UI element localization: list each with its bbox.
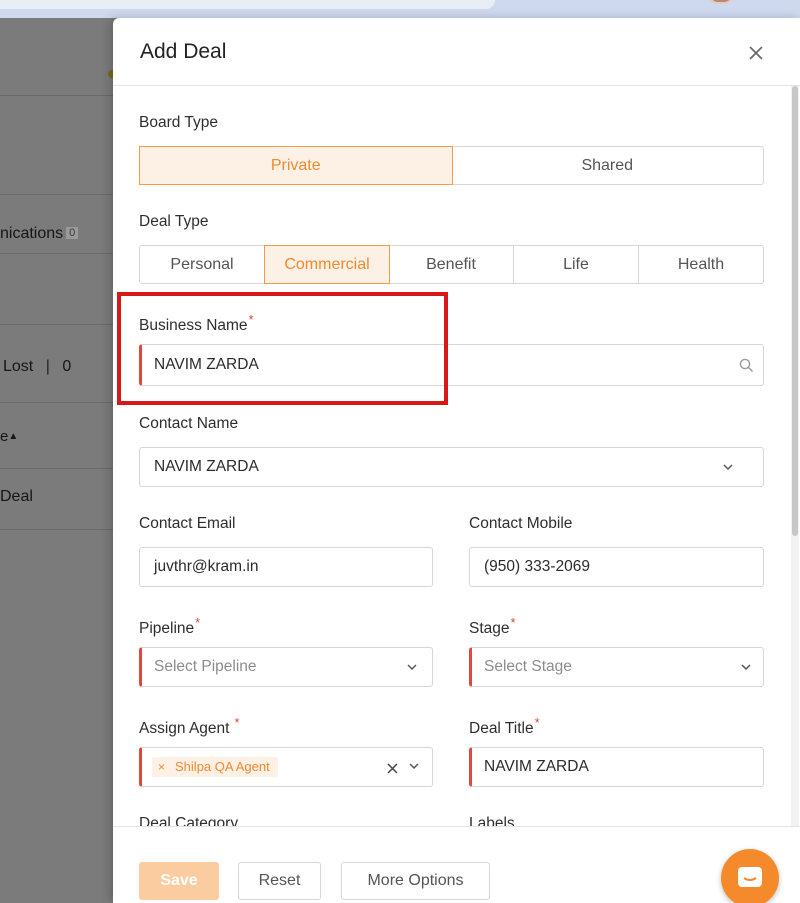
communications-count: 0 <box>66 227 79 239</box>
divider <box>0 468 115 469</box>
board-type-label: Board Type <box>139 114 218 131</box>
deal-type-commercial[interactable]: Commercial <box>264 245 390 284</box>
board-type-shared[interactable]: Shared <box>452 147 764 184</box>
deal-label: Deal <box>0 488 33 505</box>
save-button[interactable]: Save <box>139 862 219 900</box>
deal-title-label-text: Deal Title <box>469 720 534 737</box>
deal-type-label: Deal Type <box>139 213 209 230</box>
required-marker: * <box>510 615 516 630</box>
deal-title-input[interactable]: NAVIM ZARDA <box>469 747 764 787</box>
chat-icon <box>738 867 762 887</box>
required-marker: * <box>534 715 540 730</box>
pipeline-placeholder: Select Pipeline <box>154 658 257 675</box>
divider <box>0 194 115 195</box>
highlight-box <box>117 292 448 405</box>
stage-placeholder: Select Stage <box>484 658 572 675</box>
more-options-button[interactable]: More Options <box>341 862 490 900</box>
agent-tag: × Shilpa QA Agent <box>152 757 278 777</box>
communications-tab[interactable]: nications 0 <box>0 225 79 243</box>
stage-select[interactable]: Select Stage <box>469 647 764 687</box>
background-app: nications 0 Lost | 0 e▲︎ Deal <box>0 18 116 903</box>
remove-tag-icon[interactable]: × <box>158 760 165 774</box>
deal-title-label: Deal Title* <box>469 715 540 738</box>
chevron-down-icon <box>404 659 420 675</box>
contact-email-value: juvthr@kram.in <box>154 558 259 575</box>
deal-type-benefit[interactable]: Benefit <box>389 246 514 283</box>
lost-label: Lost <box>3 358 34 375</box>
contact-mobile-label: Contact Mobile <box>469 515 573 532</box>
required-marker: * <box>195 615 201 630</box>
deal-type-toggle: Personal Commercial Benefit Life Health <box>139 245 764 284</box>
agent-tag-label: Shilpa QA Agent <box>175 759 270 774</box>
deal-type-health[interactable]: Health <box>639 246 763 283</box>
stage-label-text: Stage <box>469 620 510 637</box>
lost-stat: Lost | 0 <box>3 358 72 375</box>
close-button[interactable] <box>746 43 766 63</box>
modal-scrollbar[interactable] <box>791 86 799 826</box>
board-type-toggle: Private Shared <box>139 146 764 185</box>
browser-top-bar <box>0 0 800 18</box>
search-icon[interactable] <box>738 357 754 373</box>
contact-email-label: Contact Email <box>139 515 236 532</box>
scrollbar-thumb[interactable] <box>792 86 798 536</box>
contact-mobile-value: (950) 333-2069 <box>484 558 590 575</box>
modal-body: Board Type Private Shared Deal Type Pers… <box>113 86 800 826</box>
contact-mobile-input[interactable]: (950) 333-2069 <box>469 547 764 587</box>
sort-column-header[interactable]: e▲︎ <box>0 428 18 445</box>
assign-agent-label: Assign Agent * <box>139 715 240 738</box>
deal-type-personal[interactable]: Personal <box>140 246 265 283</box>
deal-type-life[interactable]: Life <box>514 246 639 283</box>
sort-icon: ▲︎ <box>8 431 19 442</box>
pipeline-label-text: Pipeline <box>139 620 195 637</box>
assign-agent-select[interactable]: × Shilpa QA Agent <box>139 747 433 787</box>
required-marker: * <box>234 715 240 730</box>
contact-email-input[interactable]: juvthr@kram.in <box>139 547 433 587</box>
divider <box>0 324 115 325</box>
modal-title: Add Deal <box>140 40 227 63</box>
assign-agent-label-text: Assign Agent <box>139 720 230 737</box>
divider <box>0 529 115 530</box>
pipeline-select[interactable]: Select Pipeline <box>139 647 433 687</box>
modal-header: Add Deal <box>113 18 800 86</box>
stage-label: Stage* <box>469 615 516 638</box>
clear-icon[interactable] <box>384 760 400 776</box>
contact-name-label: Contact Name <box>139 415 239 432</box>
contact-name-value: NAVIM ZARDA <box>154 458 259 475</box>
labels-label: Labels <box>469 815 515 826</box>
add-deal-modal: Add Deal Board Type Private Shared Deal … <box>113 18 800 903</box>
lost-count: 0 <box>62 358 72 375</box>
avatar[interactable] <box>708 0 734 4</box>
pipeline-label: Pipeline* <box>139 615 200 638</box>
deal-title-value: NAVIM ZARDA <box>484 758 589 775</box>
address-bar[interactable] <box>0 0 495 9</box>
communications-label: nications <box>0 225 64 242</box>
contact-name-select[interactable]: NAVIM ZARDA <box>139 447 764 487</box>
divider <box>0 253 115 254</box>
divider <box>0 95 115 96</box>
divider <box>0 402 115 403</box>
board-type-private[interactable]: Private <box>139 146 453 185</box>
chevron-down-icon <box>406 758 422 774</box>
chat-button[interactable] <box>721 849 779 903</box>
deal-category-label: Deal Category <box>139 815 239 826</box>
reset-button[interactable]: Reset <box>238 862 321 900</box>
chevron-down-icon <box>720 459 736 475</box>
chevron-down-icon <box>738 659 754 675</box>
deal-row[interactable]: Deal <box>0 488 33 506</box>
close-icon <box>749 46 763 60</box>
